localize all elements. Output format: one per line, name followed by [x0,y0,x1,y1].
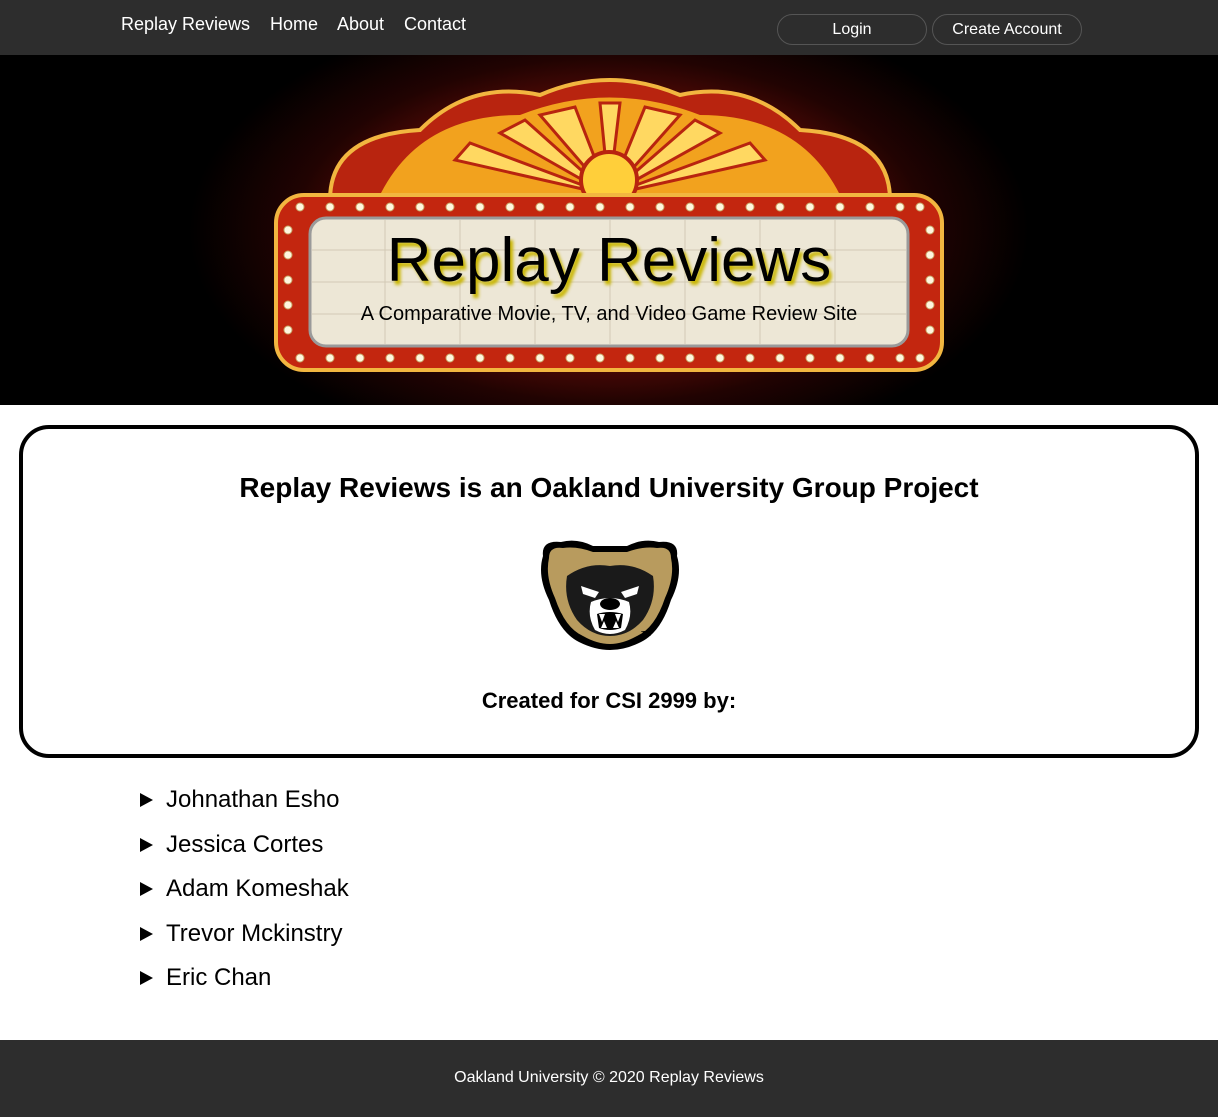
top-navbar: Replay Reviews Home About Contact Login … [0,0,1218,55]
created-for-heading: Created for CSI 2999 by: [481,688,737,713]
member-name: Eric Chan [166,964,272,991]
nav-link-about[interactable]: About [337,14,384,35]
disclosure-triangle-icon [140,793,153,807]
disclosure-triangle-icon [140,882,153,896]
hero-title: Replay Reviews [386,226,832,295]
member-name: Adam Komeshak [166,875,349,902]
disclosure-triangle-icon [140,971,153,985]
project-info-card: Replay Reviews is an Oakland University … [19,425,1199,758]
member-name: Trevor Mckinstry [166,920,343,947]
member-name: Jessica Cortes [166,831,324,858]
grizzly-bear-logo-icon: TM [541,540,679,650]
svg-text:TM: TM [641,631,651,638]
footer-copyright: Oakland University © 2020 Replay Reviews [454,1069,764,1086]
page-footer: Oakland University © 2020 Replay Reviews [0,1040,1218,1117]
project-heading: Replay Reviews is an Oakland University … [239,472,979,503]
disclosure-triangle-icon [140,927,153,941]
nav-link-home[interactable]: Home [270,14,318,35]
member-name: Johnathan Esho [166,786,340,813]
create-account-button[interactable]: Create Account [932,14,1082,45]
hero-banner: Replay Reviews A Comparative Movie, TV, … [0,55,1218,405]
nav-brand-link[interactable]: Replay Reviews [121,14,250,35]
hero-subtitle: A Comparative Movie, TV, and Video Game … [360,303,858,325]
login-button[interactable]: Login [777,14,927,45]
disclosure-triangle-icon [140,838,153,852]
nav-link-contact[interactable]: Contact [404,14,466,35]
